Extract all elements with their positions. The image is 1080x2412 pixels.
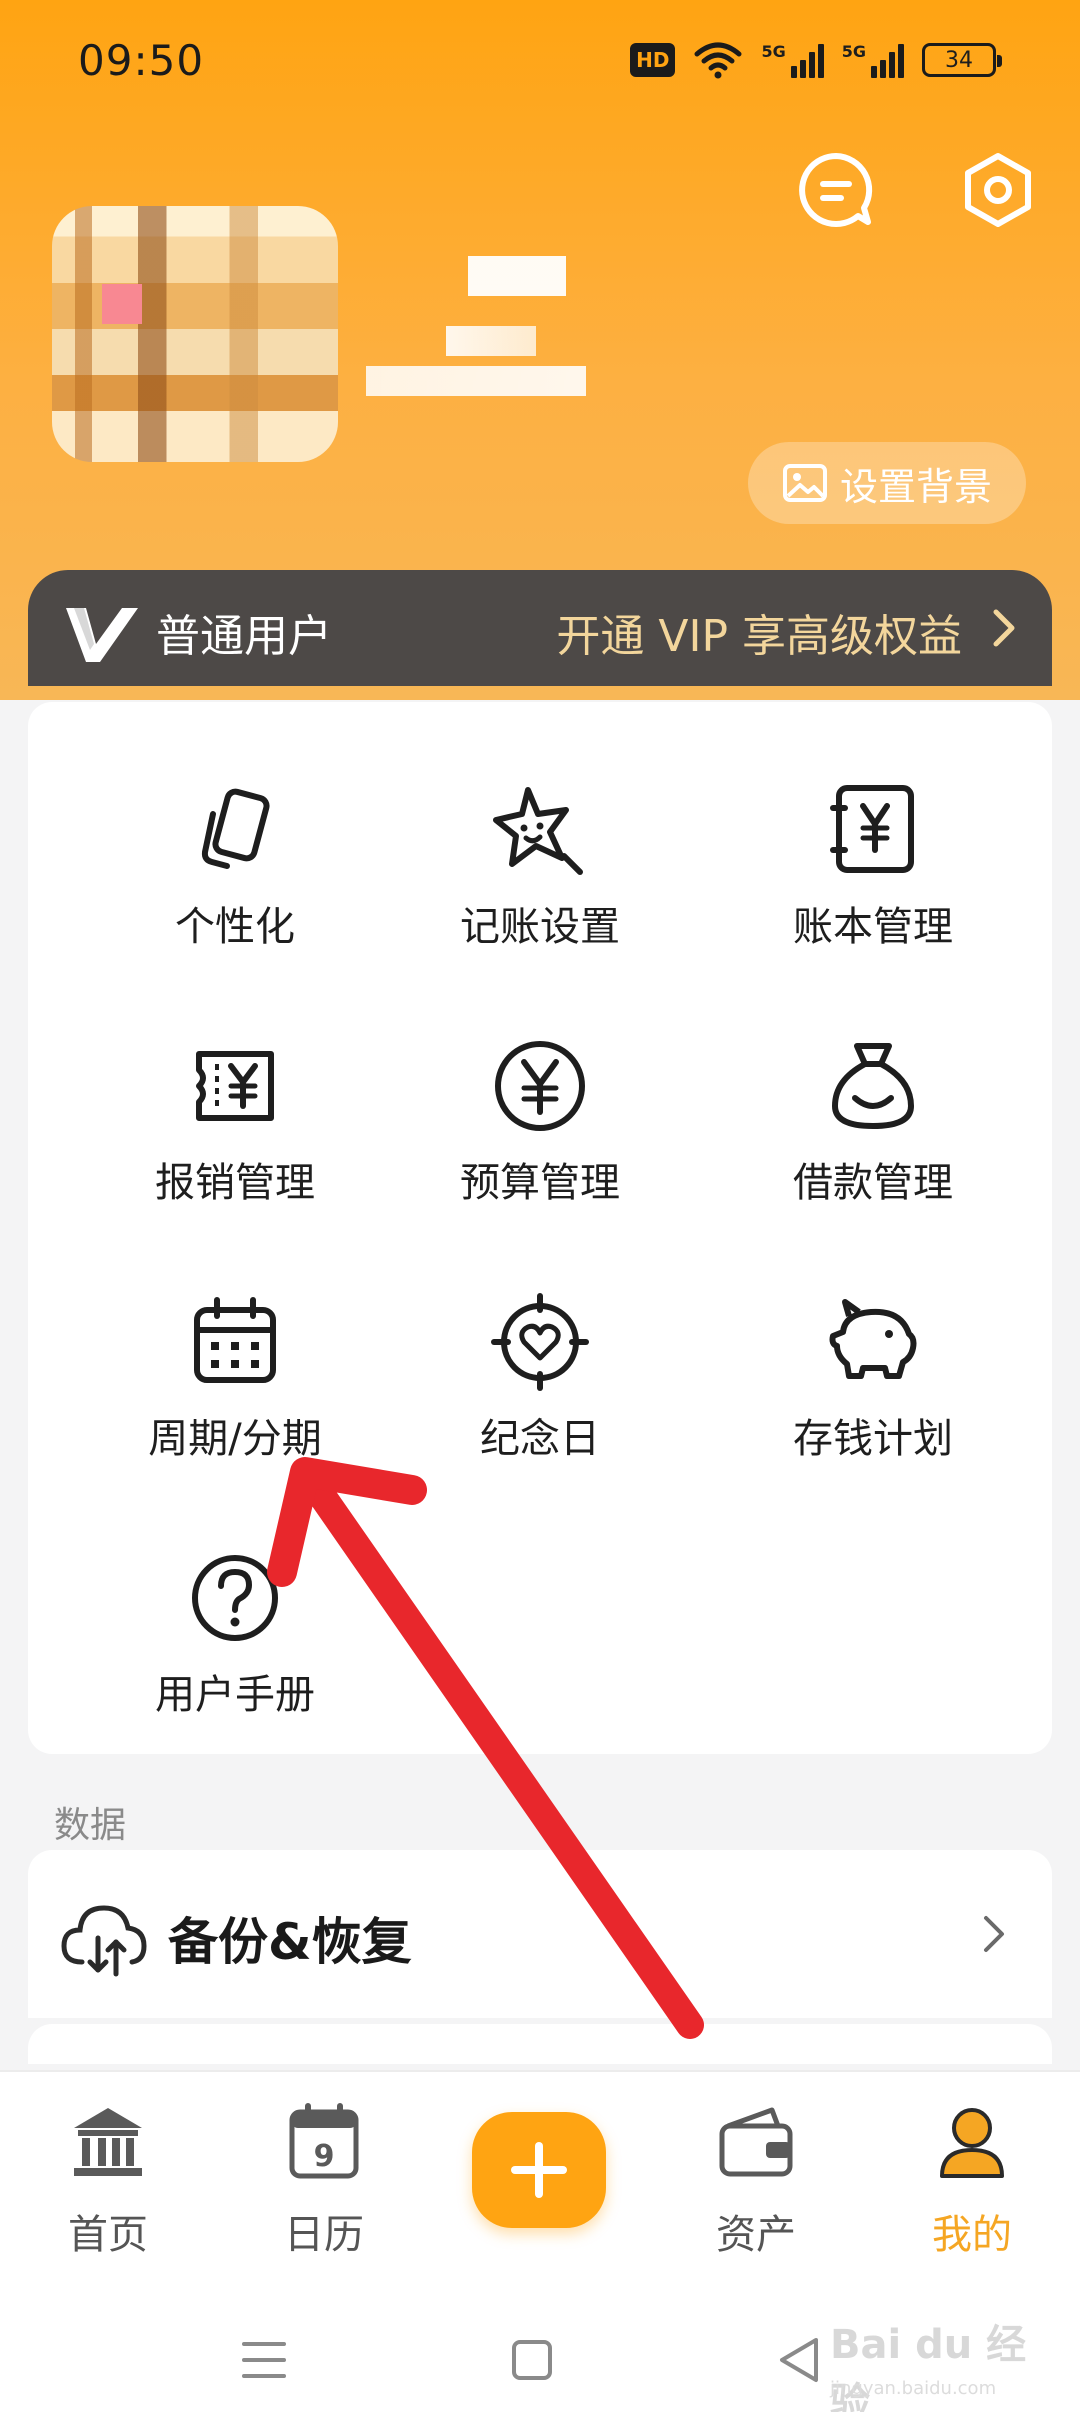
nav-label: 日历 (284, 2212, 364, 2258)
chat-button[interactable] (796, 150, 876, 230)
backup-restore-label: 备份&恢复 (168, 1913, 412, 1971)
nav-mine[interactable]: 我的 (892, 2102, 1052, 2262)
nav-label: 资产 (716, 2212, 796, 2258)
status-time: 09:50 (78, 36, 205, 85)
section-title-data: 数据 (54, 1805, 127, 1846)
back-triangle-icon[interactable] (770, 2330, 830, 2390)
chevron-right-icon (984, 1916, 1004, 1952)
chevron-right-icon (993, 609, 1015, 647)
feature-anniversary[interactable]: 纪念日 (373, 1234, 707, 1462)
feature-savings-plan[interactable]: 存钱计划 (706, 1234, 1040, 1462)
ledger-yen-icon (830, 785, 914, 873)
signal-2-label: 5G (841, 42, 866, 61)
add-record-button[interactable] (472, 2112, 606, 2228)
status-icons: HD 5G 5G 34 (630, 40, 1002, 80)
piggy-bank-icon (829, 1299, 917, 1379)
backup-restore-row[interactable]: 备份&恢复 (28, 1850, 1052, 2018)
nav-label: 我的 (932, 2212, 1012, 2258)
image-icon (782, 464, 827, 502)
star-face-icon (493, 787, 583, 875)
feature-reimbursement-management[interactable]: 报销管理 (68, 978, 402, 1206)
feature-label: 用户手册 (155, 1672, 315, 1718)
wifi-icon (694, 42, 742, 79)
avatar[interactable] (52, 206, 338, 462)
feature-label: 借款管理 (793, 1160, 953, 1206)
heart-target-icon (491, 1293, 589, 1391)
nav-home[interactable]: 首页 (28, 2102, 188, 2262)
list-item[interactable] (28, 2024, 1052, 2064)
feature-loan-management[interactable]: 借款管理 (706, 978, 1040, 1206)
feature-label: 账本管理 (793, 904, 953, 950)
username-redacted[interactable] (366, 256, 596, 396)
set-background-button[interactable]: 设置背景 (748, 442, 1026, 524)
feature-label: 纪念日 (480, 1416, 600, 1462)
battery-level: 34 (945, 47, 973, 73)
bottom-navigation: 首页 9 日历 资产 我的 (0, 2070, 1080, 2300)
nav-label: 首页 (68, 2212, 148, 2258)
person-icon (940, 2108, 1004, 2178)
receipt-yen-icon (196, 1051, 274, 1121)
plus-icon (511, 2142, 567, 2198)
set-background-label: 设置背景 (839, 464, 992, 509)
vip-v-logo-icon (66, 608, 138, 662)
vip-promo-label: 开通 VIP 享高级权益 (556, 611, 962, 662)
cloud-sync-icon (61, 1905, 147, 1977)
watermark-url: jingyan.baidu.com (830, 2378, 997, 2399)
feature-label: 预算管理 (460, 1160, 620, 1206)
feature-label: 周期/分期 (148, 1416, 322, 1462)
vip-banner[interactable]: 普通用户 开通 VIP 享高级权益 (28, 570, 1052, 686)
calendar-icon (194, 1297, 276, 1383)
feature-budget-management[interactable]: 预算管理 (373, 978, 707, 1206)
features-card: 个性化 记账设置 账本管理 报销管理 预算管理 借款管理 周期/分期 纪念日 存… (28, 702, 1052, 1754)
cellular-signal-2-icon: 5G (842, 42, 904, 78)
vip-tier-label: 普通用户 (156, 611, 332, 662)
feature-label: 报销管理 (155, 1160, 315, 1206)
signal-1-label: 5G (761, 42, 786, 61)
nav-calendar[interactable]: 9 日历 (244, 2102, 404, 2262)
calendar-day-number: 9 (314, 2139, 335, 2174)
yen-circle-icon (495, 1041, 585, 1131)
feature-label: 存钱计划 (793, 1416, 953, 1462)
battery-icon: 34 (922, 43, 1002, 77)
feature-bookkeeping-settings[interactable]: 记账设置 (373, 722, 707, 950)
wallet-icon (719, 2107, 793, 2177)
hexagon-settings-icon (965, 153, 1031, 227)
feature-personalize[interactable]: 个性化 (68, 722, 402, 950)
status-bar: 09:50 HD 5G 5G 34 (0, 0, 1080, 120)
hd-voice-badge: HD (630, 43, 676, 77)
chat-bubble-icon (799, 153, 873, 227)
feature-label: 记账设置 (460, 904, 620, 950)
question-circle-icon (192, 1555, 278, 1641)
cellular-signal-1-icon: 5G (761, 42, 824, 78)
feature-label: 个性化 (175, 904, 295, 950)
home-square-icon[interactable] (502, 2330, 562, 2390)
watermark: Bai du 经验 jingyan.baidu.com (830, 2292, 1050, 2412)
menu-icon[interactable] (234, 2330, 294, 2390)
personalize-card-icon (201, 788, 270, 869)
settings-button[interactable] (958, 150, 1038, 230)
bank-building-icon (74, 2108, 142, 2176)
calendar-day-icon: 9 (289, 2103, 359, 2179)
money-bag-icon (832, 1043, 914, 1129)
nav-assets[interactable]: 资产 (676, 2102, 836, 2262)
feature-user-manual[interactable]: 用户手册 (68, 1490, 402, 1718)
feature-recurring-installment[interactable]: 周期/分期 (68, 1234, 402, 1462)
feature-ledger-management[interactable]: 账本管理 (706, 722, 1040, 950)
